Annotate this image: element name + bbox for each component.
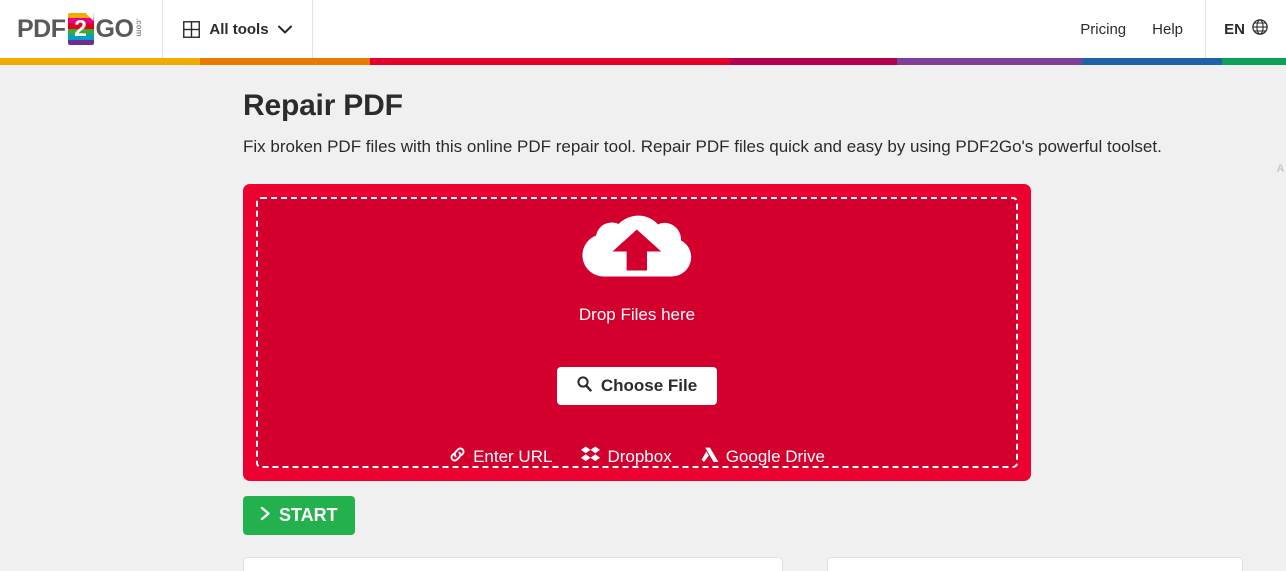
grid-icon [183, 20, 201, 38]
choose-file-label: Choose File [600, 376, 698, 396]
logo-mark-icon: 2 [67, 13, 94, 45]
upload-dropzone[interactable]: Drop Files here Choose File Enter URL Dr… [243, 184, 1031, 482]
globe-icon [1252, 19, 1268, 39]
source-link-dropbox[interactable]: Dropbox [581, 446, 672, 466]
upload-source-links: Enter URL Dropbox Google Drive [449, 446, 825, 466]
below-fold-card-left [243, 557, 783, 571]
logo-text-left: PDF [17, 14, 66, 43]
start-button[interactable]: START [243, 496, 355, 536]
main-content: A Repair PDF Fix broken PDF files with t… [0, 65, 1286, 571]
color-bar-segment-5 [1082, 58, 1222, 65]
source-link-dropbox-label: Dropbox [607, 446, 672, 466]
content-column: Repair PDF Fix broken PDF files with thi… [0, 65, 1286, 536]
source-link-google-drive[interactable]: Google Drive [701, 447, 825, 466]
page-title: Repair PDF [243, 89, 403, 122]
chevron-right-icon [260, 505, 271, 526]
color-bar-segment-6 [1222, 58, 1286, 65]
color-bar-segment-2 [370, 58, 730, 65]
source-link-url[interactable]: Enter URL [449, 446, 552, 466]
site-logo[interactable]: PDF 2 GO .com [17, 12, 143, 46]
dropbox-icon [581, 446, 601, 466]
language-label: EN [1224, 20, 1245, 38]
link-icon [449, 446, 466, 466]
logo-text-right: GO [95, 14, 134, 43]
upload-dropzone-inner[interactable]: Drop Files here Choose File Enter URL Dr… [256, 197, 1018, 469]
header-spacer [313, 0, 1080, 58]
nav-link-pricing[interactable]: Pricing [1080, 21, 1126, 38]
chevron-down-icon [277, 25, 292, 34]
all-tools-menu[interactable]: All tools [163, 0, 313, 58]
source-link-url-label: Enter URL [473, 446, 553, 466]
below-fold-card-right [827, 557, 1243, 571]
search-icon [577, 375, 592, 397]
all-tools-label: All tools [209, 20, 269, 38]
logo-mark-char: 2 [74, 15, 87, 41]
drop-files-label: Drop Files here [578, 305, 696, 325]
google-drive-icon [701, 447, 719, 466]
ad-marker-label: A [1276, 163, 1285, 175]
header-nav: Pricing Help [1080, 0, 1205, 58]
site-header: PDF 2 GO .com All tools Pricing Help EN [0, 0, 1286, 58]
choose-file-button[interactable]: Choose File [556, 367, 718, 406]
nav-link-help[interactable]: Help [1152, 21, 1183, 38]
start-button-label: START [279, 505, 338, 526]
color-bar-segment-0 [0, 58, 200, 65]
source-link-google-drive-label: Google Drive [725, 446, 825, 466]
color-bar-segment-4 [897, 58, 1082, 65]
below-fold-cards [243, 557, 1243, 571]
color-bar-segment-1 [200, 58, 370, 65]
logo-dotcom: .com [134, 18, 144, 37]
language-selector[interactable]: EN [1205, 0, 1286, 58]
logo-cell: PDF 2 GO .com [0, 0, 163, 58]
cloud-upload-icon [582, 214, 692, 300]
brand-color-bar [0, 58, 1286, 65]
color-bar-segment-3 [730, 58, 897, 65]
page-subtitle: Fix broken PDF files with this online PD… [243, 137, 1162, 156]
